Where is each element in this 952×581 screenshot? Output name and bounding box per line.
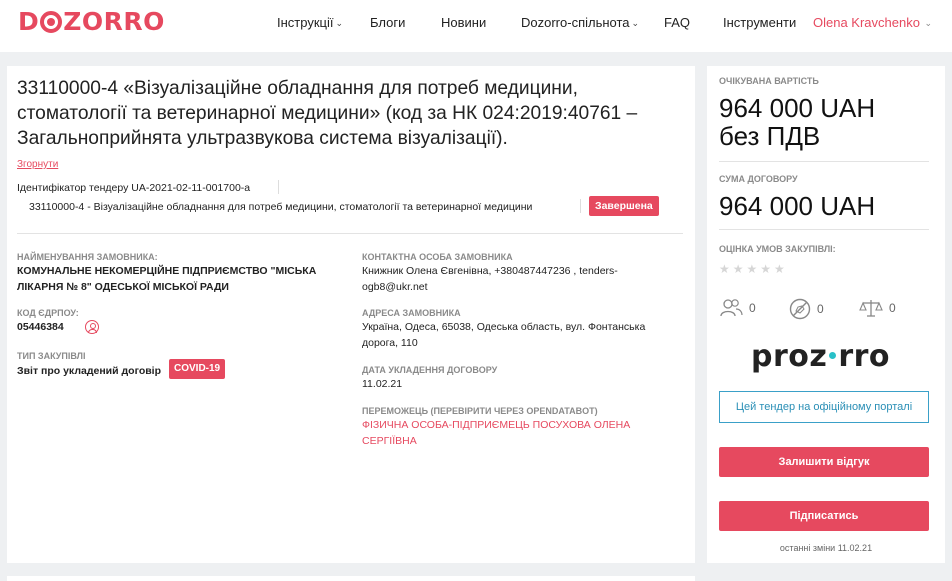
chevron-down-icon: ⌄ bbox=[631, 18, 640, 28]
user-name: Olena Kravchenko bbox=[813, 15, 920, 30]
divider bbox=[719, 229, 929, 230]
dozorro-logo[interactable]: D ZORRO bbox=[18, 7, 165, 36]
disputes-count: 0 bbox=[889, 301, 896, 315]
edrpou-code: 05446384 bbox=[17, 321, 64, 333]
rating-stars[interactable]: ★★★★★ bbox=[719, 262, 788, 276]
chevron-down-icon: ⌄ bbox=[921, 18, 932, 28]
nav-label: Новини bbox=[441, 15, 487, 30]
winner-link[interactable]: ФІЗИЧНА ОСОБА-ПІДПРИЄМЕЦЬ ПОСУХОВА ОЛЕНА… bbox=[362, 417, 662, 449]
user-profile-icon[interactable] bbox=[85, 320, 99, 334]
expected-cost-label: ОЧІКУВАНА ВАРТІСТЬ bbox=[719, 76, 819, 86]
address-label: АДРЕСА ЗАМОВНИКА bbox=[362, 308, 461, 318]
reviewers-stat: 0 bbox=[719, 298, 756, 318]
contract-date-label: ДАТА УКЛАДЕННЯ ДОГОВОРУ bbox=[362, 365, 498, 375]
collapse-link[interactable]: Згорнути bbox=[17, 159, 58, 170]
divider bbox=[17, 233, 683, 234]
separator bbox=[278, 180, 279, 194]
nav-label: Dozorro-спільнота bbox=[521, 15, 630, 30]
users-icon bbox=[720, 299, 743, 317]
prozorro-logo: proz rro bbox=[751, 339, 890, 374]
customer-name-label: НАЙМЕНУВАННЯ ЗАМОВНИКА: bbox=[17, 252, 158, 262]
nav-news[interactable]: Новини bbox=[441, 15, 486, 30]
logo-text-right: ZORRO bbox=[63, 7, 165, 36]
prozorro-dot bbox=[829, 352, 837, 359]
nav-blogs[interactable]: Блоги bbox=[370, 15, 405, 30]
procurement-type-label: ТИП ЗАКУПІВЛІ bbox=[17, 351, 86, 361]
logo-eye-icon bbox=[40, 11, 63, 33]
contract-sum-label: СУМА ДОГОВОРУ bbox=[719, 174, 798, 184]
subscribe-button[interactable]: Підписатись bbox=[719, 501, 929, 531]
expected-cost: 964 000 UAH bbox=[719, 93, 876, 123]
tender-card: 33110000-4 «Візуалізаційне обладнання дл… bbox=[7, 66, 695, 563]
status-badge: Завершена bbox=[589, 196, 659, 216]
contract-sum: 964 000 UAH bbox=[719, 191, 876, 221]
expected-cost-vat: без ПДВ bbox=[719, 121, 821, 151]
tender-id: Ідентифікатор тендеру UA-2021-02-11-0017… bbox=[17, 182, 251, 194]
prozorro-text-right: rro bbox=[838, 339, 891, 374]
nav-label: Інструкції bbox=[277, 15, 334, 30]
procurement-type: Звіт про укладений договір bbox=[17, 365, 162, 377]
edrpou-label: КОД ЄДРПОУ: bbox=[17, 308, 79, 318]
nav-label: Інструменти bbox=[723, 15, 797, 30]
divider bbox=[719, 161, 929, 162]
nav-label: FAQ bbox=[664, 15, 691, 30]
customer-name: КОМУНАЛЬНЕ НЕКОМЕРЦІЙНЕ ПІДПРИЄМСТВО "МІ… bbox=[17, 265, 317, 293]
contract-date: 11.02.21 bbox=[362, 378, 403, 390]
rating-label: ОЦІНКА УМОВ ЗАКУПІВЛІ: bbox=[719, 244, 836, 254]
nav-faq[interactable]: FAQ bbox=[664, 15, 690, 30]
disputes-stat: 0 bbox=[859, 298, 896, 318]
separator bbox=[580, 199, 581, 213]
contact-label: КОНТАКТНА ОСОБА ЗАМОВНИКА bbox=[362, 252, 513, 262]
leave-review-button[interactable]: Залишити відгук bbox=[719, 447, 929, 477]
contact-info: Книжник Олена Євгенівна, +380487447236 ,… bbox=[362, 265, 618, 293]
nav-label: Блоги bbox=[370, 15, 406, 30]
nav-instructions[interactable]: Інструкції ⌄ bbox=[277, 15, 343, 30]
winner-label[interactable]: ПЕРЕМОЖЕЦЬ (ПЕРЕВІРИТИ ЧЕРЕЗ OPENDATABOT… bbox=[362, 406, 598, 416]
nav-tools[interactable]: Інструменти bbox=[723, 15, 796, 30]
reviewers-count: 0 bbox=[749, 301, 756, 315]
last-change-text: останні зміни 11.02.21 bbox=[779, 543, 873, 553]
scales-icon bbox=[859, 300, 883, 317]
cpv-code: 33110000-4 - Візуалізаційне обладнання д… bbox=[29, 201, 533, 213]
logo-text-left: D bbox=[18, 7, 40, 36]
summary-sidebar: ОЧІКУВАНА ВАРТІСТЬ 964 000 UAH без ПДВ С… bbox=[707, 66, 945, 563]
site-header: D ZORRO Інструкції ⌄ Блоги Новини Dozorro-… bbox=[0, 0, 952, 52]
violations-stat: 0 bbox=[789, 298, 824, 320]
violation-icon bbox=[789, 298, 811, 320]
user-menu[interactable]: Olena Kravchenko ⌄ bbox=[813, 15, 932, 30]
nav-community[interactable]: Dozorro-спільнота ⌄ bbox=[521, 15, 639, 30]
next-card bbox=[7, 576, 695, 581]
covid-badge: COVID-19 bbox=[169, 359, 226, 379]
tender-title: 33110000-4 «Візуалізаційне обладнання дл… bbox=[17, 78, 638, 149]
chevron-down-icon: ⌄ bbox=[335, 18, 344, 28]
official-portal-button[interactable]: Цей тендер на офіційному порталі bbox=[719, 391, 929, 423]
customer-address: Україна, Одеса, 65038, Одеська область, … bbox=[362, 321, 646, 349]
prozorro-text-left: proz bbox=[751, 339, 828, 374]
violations-count: 0 bbox=[817, 302, 824, 316]
